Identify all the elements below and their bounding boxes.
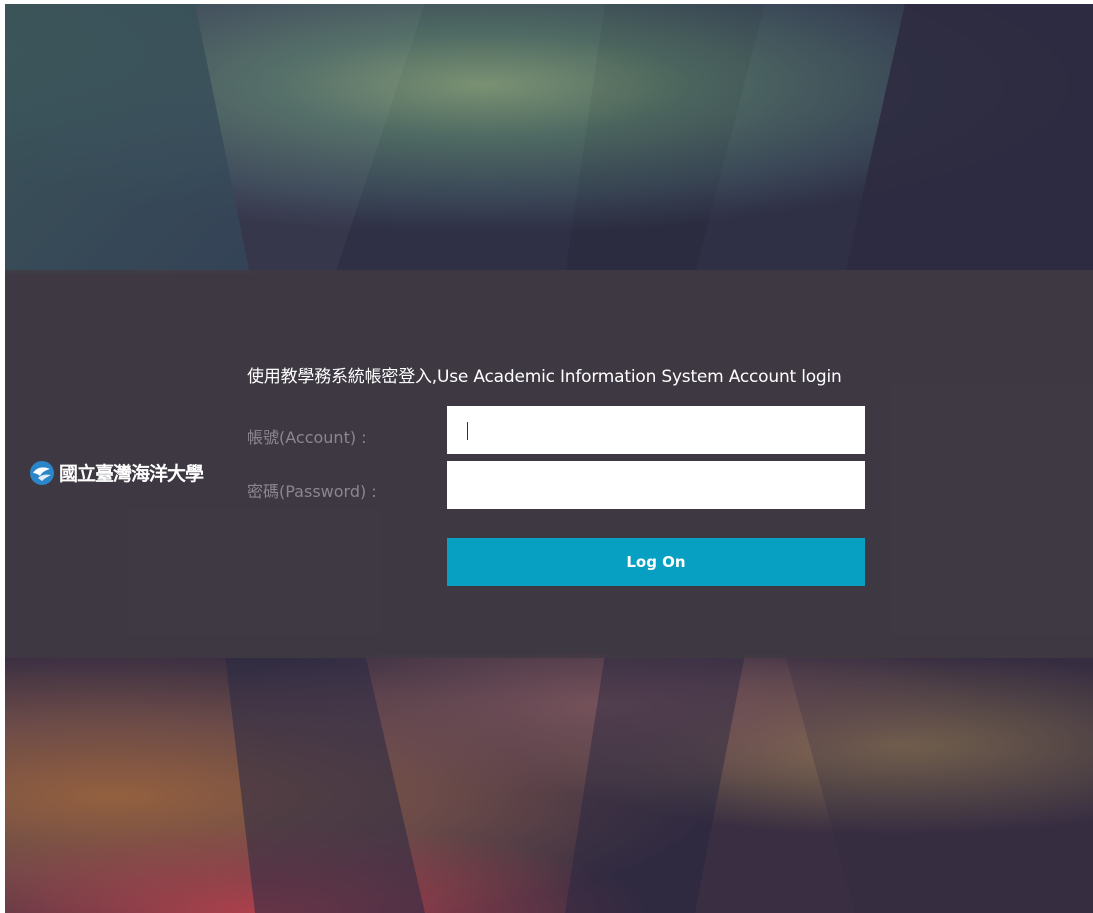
login-heading: 使用教學務系統帳密登入,Use Academic Information Sys… <box>247 367 842 387</box>
login-page: 國立臺灣海洋大學 使用教學務系統帳密登入,Use Academic Inform… <box>5 4 1093 913</box>
account-input[interactable] <box>447 406 865 454</box>
ntou-wave-emblem-icon <box>30 461 54 485</box>
logo-wordmark: 國立臺灣海洋大學 <box>59 462 204 485</box>
password-input[interactable] <box>447 461 865 509</box>
log-on-button[interactable]: Log On <box>447 538 865 586</box>
university-logo: 國立臺灣海洋大學 <box>30 461 205 485</box>
account-label: 帳號(Account) : <box>247 428 367 447</box>
login-panel: 國立臺灣海洋大學 使用教學務系統帳密登入,Use Academic Inform… <box>5 270 1093 658</box>
password-label: 密碼(Password) : <box>247 482 377 501</box>
text-caret <box>467 422 468 440</box>
